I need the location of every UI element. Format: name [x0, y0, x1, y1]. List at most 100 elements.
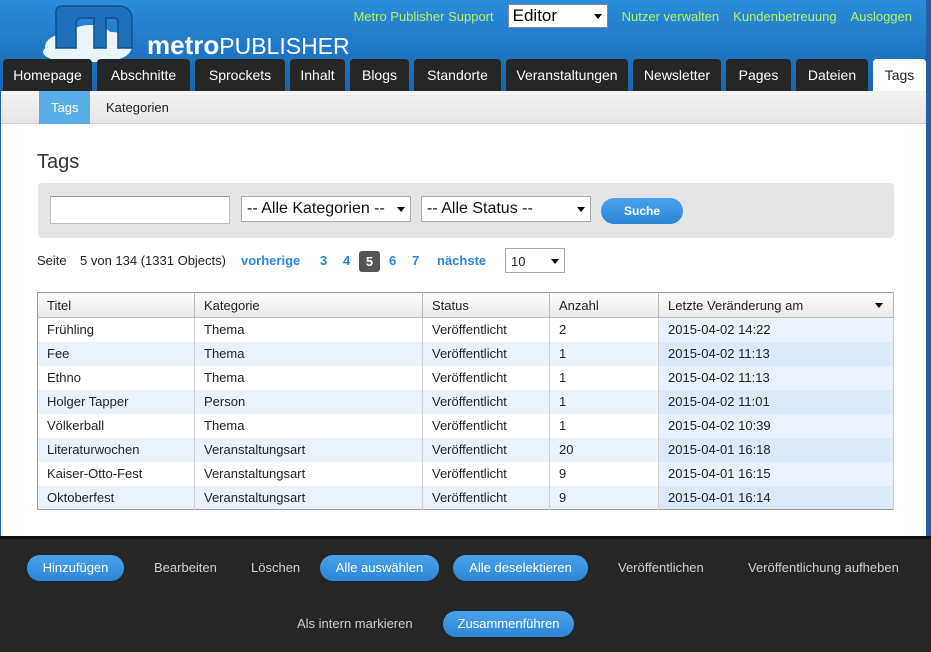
- tab-homepage[interactable]: Homepage: [3, 59, 92, 91]
- cell-title: Fee: [37, 341, 195, 366]
- mark-internal-button[interactable]: Als intern markieren: [297, 611, 413, 637]
- main-content: Tags -- Alle Kategorien -- -- Alle Statu…: [1, 124, 926, 536]
- cell-last-modified: 2015-04-02 11:01: [658, 389, 894, 414]
- pager-page-link[interactable]: 4: [343, 248, 350, 274]
- manage-users-link[interactable]: Nutzer verwalten: [622, 9, 720, 24]
- table-row[interactable]: Kaiser-Otto-Fest Veranstaltungsart Veröf…: [37, 461, 894, 486]
- edit-button[interactable]: Bearbeiten: [154, 555, 217, 581]
- category-select-value: -- Alle Kategorien --: [247, 200, 385, 217]
- column-header-count[interactable]: Anzahl: [549, 292, 659, 318]
- tab-dateien[interactable]: Dateien: [796, 59, 868, 91]
- cell-title: Frühling: [37, 317, 195, 342]
- role-select-value: Editor: [512, 6, 558, 25]
- table-row[interactable]: Holger Tapper Person Veröffentlicht 1 20…: [37, 389, 894, 414]
- tab-sprockets[interactable]: Sprockets: [195, 59, 285, 91]
- filter-bar: -- Alle Kategorien -- -- Alle Status -- …: [38, 183, 894, 238]
- chevron-down-icon: [551, 259, 559, 264]
- table-row[interactable]: Fee Thema Veröffentlicht 1 2015-04-02 11…: [37, 341, 894, 366]
- cell-category: Thema: [194, 341, 423, 366]
- cell-category: Veranstaltungsart: [194, 461, 423, 486]
- tab-blogs[interactable]: Blogs: [350, 59, 409, 91]
- cell-status: Veröffentlicht: [422, 437, 550, 462]
- cell-status: Veröffentlicht: [422, 485, 550, 510]
- pager-info: 5 von 134 (1331 Objects): [80, 253, 226, 268]
- frame-edge: [926, 0, 931, 536]
- page-title: Tags: [37, 151, 80, 173]
- cell-category: Thema: [194, 365, 423, 390]
- cell-last-modified: 2015-04-02 11:13: [658, 365, 894, 390]
- cell-title: Ethno: [37, 365, 195, 390]
- cell-last-modified: 2015-04-02 14:22: [658, 317, 894, 342]
- cell-title: Kaiser-Otto-Fest: [37, 461, 195, 486]
- cell-category: Veranstaltungsart: [194, 437, 423, 462]
- tab-pages[interactable]: Pages: [726, 59, 791, 91]
- tab-abschnitte[interactable]: Abschnitte: [97, 59, 190, 91]
- cell-last-modified: 2015-04-02 11:13: [658, 341, 894, 366]
- logo-wordmark: metroPUBLISHER: [147, 30, 350, 60]
- logout-link[interactable]: Ausloggen: [851, 9, 912, 24]
- category-select[interactable]: -- Alle Kategorien --: [241, 196, 411, 222]
- sort-desc-icon: [875, 303, 883, 308]
- tab-inhalt[interactable]: Inhalt: [290, 59, 345, 91]
- table-row[interactable]: Frühling Thema Veröffentlicht 2 2015-04-…: [37, 317, 894, 342]
- column-header-title[interactable]: Titel: [37, 292, 195, 318]
- per-page-value: 10: [511, 254, 526, 269]
- pagination: Seite 5 von 134 (1331 Objects) vorherige…: [37, 248, 637, 274]
- column-header-last-modified-label: Letzte Veränderung am: [668, 297, 804, 313]
- customer-support-link[interactable]: Kundenbetreuung: [733, 9, 836, 24]
- cell-last-modified: 2015-04-01 16:15: [658, 461, 894, 486]
- cell-last-modified: 2015-04-02 10:39: [658, 413, 894, 438]
- cell-status: Veröffentlicht: [422, 389, 550, 414]
- search-input[interactable]: [50, 196, 230, 224]
- pager-current-page: 5: [359, 251, 380, 272]
- publish-button[interactable]: Veröffentlichen: [618, 555, 704, 581]
- cell-count: 20: [549, 437, 659, 462]
- tab-newsletter[interactable]: Newsletter: [633, 59, 721, 91]
- tab-standorte[interactable]: Standorte: [414, 59, 501, 91]
- action-bar: Hinzufügen Bearbeiten Löschen Alle auswä…: [0, 536, 931, 652]
- column-header-status[interactable]: Status: [422, 292, 550, 318]
- cell-status: Veröffentlicht: [422, 341, 550, 366]
- search-button[interactable]: Suche: [601, 198, 683, 224]
- cell-count: 1: [549, 341, 659, 366]
- chevron-down-icon: [397, 207, 405, 212]
- pager-page-link[interactable]: 6: [389, 248, 396, 274]
- delete-button[interactable]: Löschen: [251, 555, 300, 581]
- table-row[interactable]: Literaturwochen Veranstaltungsart Veröff…: [37, 437, 894, 462]
- tab-veranstaltungen[interactable]: Veranstaltungen: [506, 59, 628, 91]
- support-link[interactable]: Metro Publisher Support: [353, 9, 493, 24]
- top-links: Metro Publisher Support Editor Nutzer ve…: [339, 4, 912, 28]
- cell-category: Person: [194, 389, 423, 414]
- table-header-row: Titel Kategorie Status Anzahl Letzte Ver…: [37, 292, 894, 318]
- pager-page-link[interactable]: 3: [320, 248, 327, 274]
- per-page-select[interactable]: 10: [505, 248, 565, 273]
- status-select[interactable]: -- Alle Status --: [421, 196, 591, 222]
- pager-page-link[interactable]: 7: [412, 248, 419, 274]
- pager-prev-link[interactable]: vorherige: [241, 248, 300, 274]
- cell-title: Holger Tapper: [37, 389, 195, 414]
- cell-status: Veröffentlicht: [422, 413, 550, 438]
- add-button[interactable]: Hinzufügen: [27, 555, 124, 581]
- cell-status: Veröffentlicht: [422, 365, 550, 390]
- merge-button[interactable]: Zusammenführen: [443, 611, 574, 637]
- table-row[interactable]: Völkerball Thema Veröffentlicht 1 2015-0…: [37, 413, 894, 438]
- table-row[interactable]: Oktoberfest Veranstaltungsart Veröffentl…: [37, 485, 894, 510]
- table-row[interactable]: Ethno Thema Veröffentlicht 1 2015-04-02 …: [37, 365, 894, 390]
- cell-status: Veröffentlicht: [422, 461, 550, 486]
- role-select[interactable]: Editor: [507, 4, 608, 28]
- cell-count: 1: [549, 365, 659, 390]
- subtab-kategorien[interactable]: Kategorien: [94, 91, 181, 124]
- pager-next-link[interactable]: nächste: [437, 248, 486, 274]
- cell-count: 2: [549, 317, 659, 342]
- cell-last-modified: 2015-04-01 16:18: [658, 437, 894, 462]
- sub-navigation: Tags Kategorien: [1, 91, 926, 124]
- tab-tags[interactable]: Tags: [873, 59, 926, 91]
- select-all-button[interactable]: Alle auswählen: [320, 555, 439, 581]
- cell-last-modified: 2015-04-01 16:14: [658, 485, 894, 510]
- column-header-last-modified[interactable]: Letzte Veränderung am: [658, 292, 894, 318]
- column-header-category[interactable]: Kategorie: [194, 292, 423, 318]
- deselect-all-button[interactable]: Alle deselektieren: [453, 555, 588, 581]
- chevron-down-icon: [577, 207, 585, 212]
- subtab-tags[interactable]: Tags: [39, 91, 91, 124]
- unpublish-button[interactable]: Veröffentlichung aufheben: [748, 555, 899, 581]
